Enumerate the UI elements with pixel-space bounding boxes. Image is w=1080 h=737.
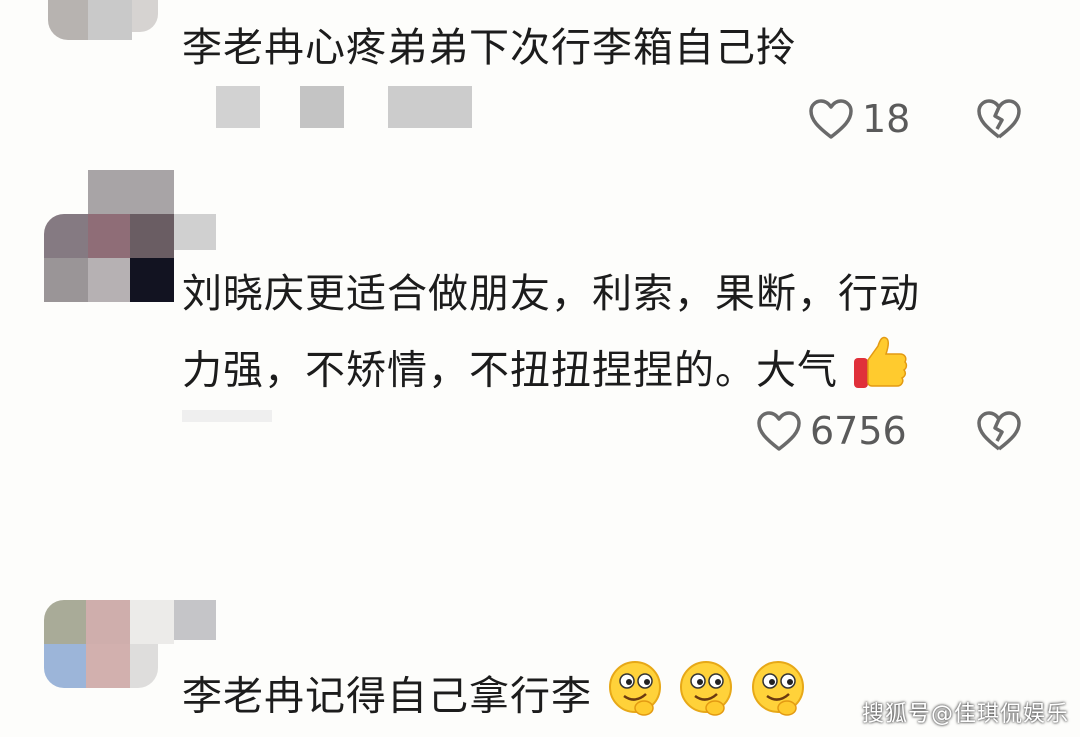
- comment-item: 刘晓庆更适合做朋友，利索，果断，行动 力强，不矫情，不扭扭捏捏的。大气 6756: [0, 170, 1080, 470]
- heart-outline-icon: [757, 411, 801, 451]
- like-button[interactable]: 6756: [756, 410, 907, 452]
- comment-item: 李老冉心疼弟弟下次行李箱自己拎 18: [0, 0, 1080, 160]
- comment-text-content: 李老冉记得自己拿行李: [182, 673, 592, 720]
- watermark: 搜狐号@佳琪侃娱乐: [862, 702, 1070, 727]
- broken-heart-icon: [977, 99, 1021, 139]
- smirk-face-emoji: [677, 660, 735, 737]
- broken-heart-icon: [977, 411, 1021, 451]
- comment-text-line-1: 刘晓庆更适合做朋友，利索，果断，行动: [182, 271, 920, 317]
- like-count: 6756: [810, 409, 907, 453]
- heart-outline-icon: [809, 99, 853, 139]
- like-button[interactable]: 18: [808, 98, 910, 140]
- comment-text: 李老冉心疼弟弟下次行李箱自己拎: [182, 25, 797, 71]
- avatar[interactable]: [48, 0, 158, 44]
- comment-meta-blurred: [182, 410, 272, 422]
- dislike-button[interactable]: [976, 98, 1022, 144]
- smirk-face-emoji: [749, 660, 807, 737]
- thumbs-up-emoji: [852, 334, 908, 411]
- comment-text-line-2: 力强，不矫情，不扭扭捏捏的。大气: [182, 334, 908, 411]
- comment-text-line-2-text: 力强，不矫情，不扭扭捏捏的。大气: [182, 347, 838, 394]
- comment-meta-blurred: [172, 86, 592, 130]
- like-count: 18: [862, 97, 911, 141]
- smirk-face-emoji: [606, 660, 664, 737]
- comment-text: 李老冉记得自己拿行李: [182, 660, 807, 737]
- dislike-button[interactable]: [976, 410, 1022, 456]
